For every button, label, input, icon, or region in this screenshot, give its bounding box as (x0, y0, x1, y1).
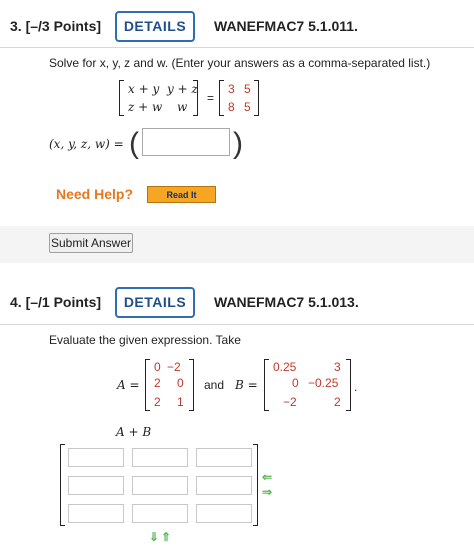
q3-read-it-button[interactable]: Read It (147, 186, 216, 203)
q4-period: . (354, 380, 358, 394)
q3-m-right-21: 8 (228, 100, 235, 114)
remove-column-arrow-icon[interactable]: ⇐ (262, 470, 272, 484)
q3-prompt: Solve for x, y, z and w. (Enter your ans… (49, 56, 431, 70)
q4-answer-cell-r1c3[interactable] (196, 448, 252, 467)
q4-A-11: 0 (154, 360, 161, 374)
q4-and: and (204, 378, 225, 392)
add-column-arrow-icon[interactable]: ⇒ (262, 485, 272, 499)
q4-B-bracket-r (346, 359, 351, 411)
q4-details-button[interactable]: DETAILS (115, 286, 195, 318)
q4-answer-cell-r2c3[interactable] (196, 476, 252, 495)
q3-details-button[interactable]: DETAILS (115, 10, 195, 42)
q4-answer-bracket-r (253, 444, 258, 526)
q4-B-11: 0.25 (273, 360, 297, 374)
q4-A-label: A = (117, 378, 140, 392)
q3-submit-button[interactable]: Submit Answer (49, 233, 133, 253)
remove-row-arrow-icon[interactable]: ⇑ (161, 530, 171, 544)
q3-m-right-22: 5 (244, 100, 251, 114)
q3-m-left-22: w (177, 100, 188, 114)
q3-m-left-21: z + w (128, 100, 163, 114)
q4-answer-cell-r3c2[interactable] (132, 504, 188, 523)
q3-answer-label: (x, y, z, w) = (49, 137, 124, 151)
q4-answer-cell-r3c3[interactable] (196, 504, 252, 523)
q3-title: 3. [–/3 Points] (10, 18, 102, 34)
add-row-arrow-icon[interactable]: ⇓ (149, 530, 159, 544)
q4-answer-cell-r3c1[interactable] (68, 504, 124, 523)
q4-B-32: 2 (334, 395, 341, 409)
q4-answer-cell-r1c1[interactable] (68, 448, 124, 467)
q4-title: 4. [–/1 Points] (10, 294, 102, 310)
q4-answer-cell-r1c2[interactable] (132, 448, 188, 467)
q4-answer-cell-r2c1[interactable] (68, 476, 124, 495)
q3-matrix-right-bracket-l (219, 80, 224, 116)
q4-B-label: B = (235, 378, 258, 392)
q4-expression: A + B (116, 425, 152, 439)
q4-A-bracket-r (189, 359, 194, 411)
q4-prompt: Evaluate the given expression. Take (49, 333, 241, 347)
q4-B-31: −2 (283, 395, 297, 409)
q4-A-32: 1 (177, 395, 184, 409)
q4-B-22: −0.25 (308, 376, 339, 390)
q4-B-21: 0 (292, 376, 299, 390)
q4-A-bracket-l (145, 359, 150, 411)
q3-m-right-12: 5 (244, 82, 251, 96)
q4-header: 4. [–/1 Points] DETAILS WANEFMAC7 5.1.01… (0, 276, 474, 328)
q4-A-12: −2 (167, 360, 181, 374)
q3-m-left-12: y + z (167, 82, 198, 96)
q4-problem-id: WANEFMAC7 5.1.013. (214, 294, 359, 310)
q3-answer-input[interactable] (142, 128, 230, 156)
q3-equals: = (207, 91, 215, 105)
q4-answer-bracket-l (60, 444, 65, 526)
q3-problem-id: WANEFMAC7 5.1.011. (214, 18, 358, 34)
q3-need-help: Need Help? (56, 186, 134, 202)
q3-answer-paren-open: ( (129, 127, 139, 160)
q4-B-12: 3 (334, 360, 341, 374)
q4-divider (0, 324, 474, 325)
q3-divider (0, 47, 474, 48)
q3-m-left-11: x + y (128, 82, 160, 96)
q3-matrix-left-bracket-l (119, 80, 124, 116)
q3-m-right-11: 3 (228, 82, 235, 96)
q4-A-22: 0 (177, 376, 184, 390)
q4-A-31: 2 (154, 395, 161, 409)
q4-answer-cell-r2c2[interactable] (132, 476, 188, 495)
q4-A-21: 2 (154, 376, 161, 390)
q3-matrix-right-bracket-r (254, 80, 259, 116)
q4-B-bracket-l (264, 359, 269, 411)
q3-answer-paren-close: ) (233, 127, 243, 160)
q3-header: 3. [–/3 Points] DETAILS WANEFMAC7 5.1.01… (0, 0, 474, 52)
